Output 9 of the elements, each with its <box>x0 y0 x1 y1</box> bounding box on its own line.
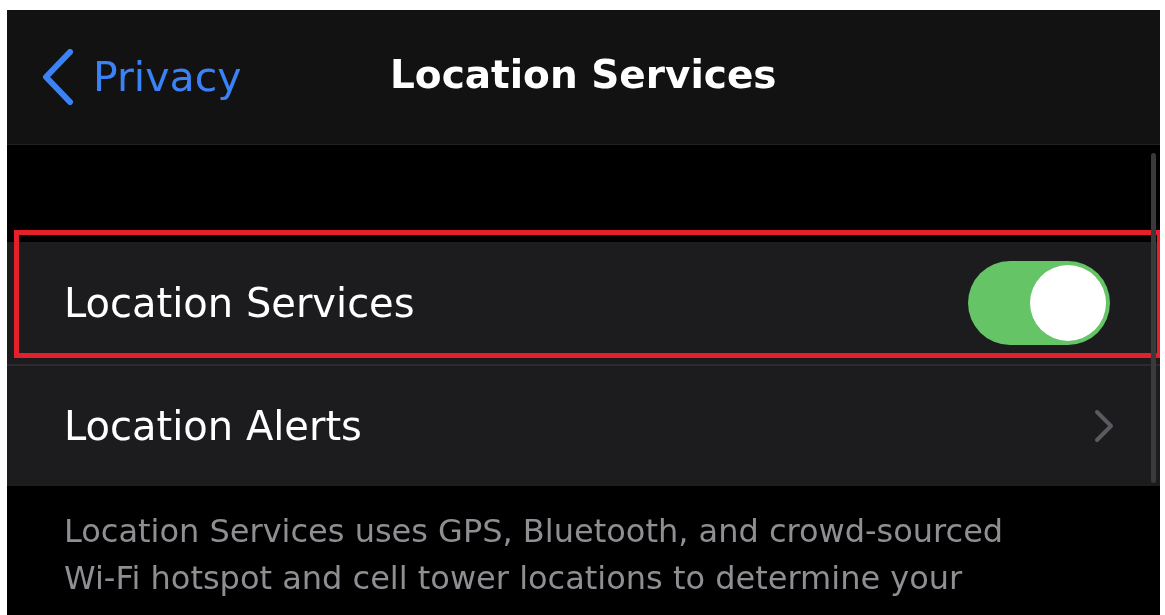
row-label: Location Services <box>64 280 415 326</box>
row-label: Location Alerts <box>64 403 362 449</box>
settings-row[interactable]: Location Alerts <box>7 366 1160 486</box>
screen-title: Location Services <box>390 52 777 97</box>
back-chevron-icon <box>41 49 75 105</box>
chevron-right-icon <box>1094 409 1114 443</box>
toggle-row[interactable]: Location Services <box>7 242 1160 366</box>
footer-description: Location Services uses GPS, Bluetooth, and crowd-sourced Wi-Fi hotspot and cell tower locations to determine your <box>64 511 1005 599</box>
back-button[interactable]: Privacy <box>7 37 242 117</box>
